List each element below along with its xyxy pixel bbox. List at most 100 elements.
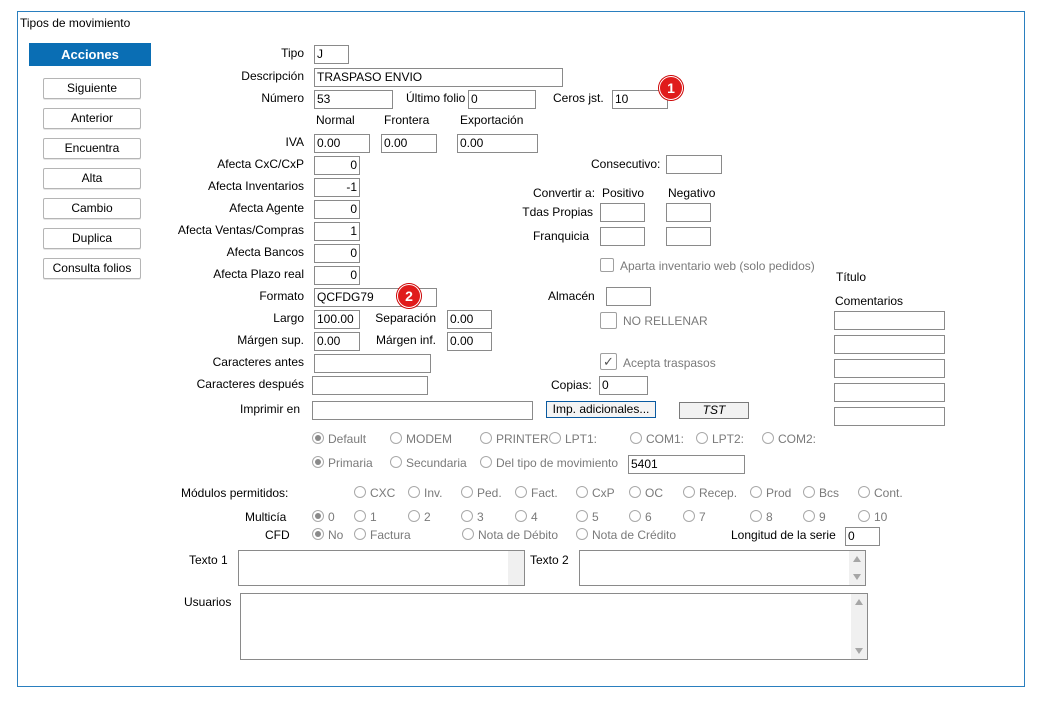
port-com1-radio[interactable] <box>630 432 642 444</box>
consult-folios-button[interactable]: Consulta folios <box>43 258 141 279</box>
change-button[interactable]: Cambio <box>43 198 141 219</box>
afecta-agente-field[interactable]: 0 <box>314 200 360 219</box>
multicia-8-label: 8 <box>766 510 773 524</box>
iva-frontera-field[interactable]: 0.00 <box>381 134 437 153</box>
port-printer-radio[interactable] <box>480 432 492 444</box>
texto1-scrollbar[interactable] <box>508 551 524 585</box>
usuarios-scrollbar[interactable] <box>851 594 867 659</box>
modulo-ped-radio[interactable] <box>461 486 473 498</box>
scroll-down-icon[interactable] <box>853 574 861 580</box>
afecta-bancos-field[interactable]: 0 <box>314 244 360 263</box>
margen-inf-field[interactable]: 0.00 <box>447 332 492 351</box>
find-button[interactable]: Encuentra <box>43 138 141 159</box>
modulo-prod-radio[interactable] <box>750 486 762 498</box>
descripcion-field[interactable]: TRASPASO ENVIO <box>314 68 563 87</box>
tray-secundaria-radio[interactable] <box>390 456 402 468</box>
modulo-cxp-radio[interactable] <box>576 486 588 498</box>
usuarios-textarea[interactable] <box>240 593 868 660</box>
afecta-plazo-field[interactable]: 0 <box>314 266 360 285</box>
ultimo-folio-field[interactable]: 0 <box>468 90 536 109</box>
previous-button[interactable]: Anterior <box>43 108 141 129</box>
multicia-8-radio[interactable] <box>750 510 762 522</box>
comentario-field-5[interactable] <box>834 407 945 426</box>
franquicia-label: Franquicia <box>532 229 589 243</box>
modulo-bcs-radio[interactable] <box>803 486 815 498</box>
port-com2-label: COM2: <box>778 432 817 446</box>
tipo-field[interactable]: J <box>314 45 349 64</box>
cfd-factura-radio[interactable] <box>354 528 366 540</box>
scroll-up-icon[interactable] <box>853 556 861 562</box>
no-rellenar-checkbox[interactable] <box>600 312 617 329</box>
actions-header: Acciones <box>29 43 151 66</box>
afecta-inventarios-field[interactable]: -1 <box>314 178 360 197</box>
modulo-oc-radio[interactable] <box>629 486 641 498</box>
afecta-ventas-field[interactable]: 1 <box>314 222 360 241</box>
multicia-6-radio[interactable] <box>629 510 641 522</box>
multicia-4-radio[interactable] <box>515 510 527 522</box>
comentario-field-2[interactable] <box>834 335 945 354</box>
copias-field[interactable]: 0 <box>599 376 648 395</box>
texto2-scrollbar[interactable] <box>849 551 865 585</box>
aparta-checkbox[interactable] <box>600 258 614 272</box>
separacion-field[interactable]: 0.00 <box>447 310 492 329</box>
port-lpt1-radio[interactable] <box>549 432 561 444</box>
tdas-negativo-field[interactable] <box>666 203 711 222</box>
modulo-fact-radio[interactable] <box>515 486 527 498</box>
afecta-cxc-field[interactable]: 0 <box>314 156 360 175</box>
multicia-0-radio[interactable] <box>312 510 324 522</box>
modulo-recep-radio[interactable] <box>683 486 695 498</box>
multicia-2-label: 2 <box>424 510 431 524</box>
multicia-10-radio[interactable] <box>858 510 870 522</box>
port-lpt2-radio[interactable] <box>696 432 708 444</box>
aparta-label: Aparta inventario web (solo pedidos) <box>620 259 815 273</box>
almacen-field[interactable] <box>606 287 651 306</box>
tst-button[interactable]: TST <box>679 402 749 419</box>
tdas-positivo-field[interactable] <box>600 203 645 222</box>
add-button[interactable]: Alta <box>43 168 141 189</box>
port-default-radio[interactable] <box>312 432 324 444</box>
tray-tipo-radio[interactable] <box>480 456 492 468</box>
iva-normal-field[interactable]: 0.00 <box>314 134 370 153</box>
next-button[interactable]: Siguiente <box>43 78 141 99</box>
consecutivo-field[interactable] <box>666 155 722 174</box>
modulo-cxc-radio[interactable] <box>354 486 366 498</box>
multicia-1-radio[interactable] <box>354 510 366 522</box>
iva-exportacion-field[interactable]: 0.00 <box>457 134 538 153</box>
caracteres-antes-field[interactable] <box>314 354 431 373</box>
largo-field[interactable]: 100.00 <box>314 310 360 329</box>
multicia-9-radio[interactable] <box>803 510 815 522</box>
cfd-factura-label: Factura <box>370 528 411 542</box>
modulo-inv-radio[interactable] <box>408 486 420 498</box>
acepta-traspasos-checkbox[interactable]: ✓ <box>600 353 617 370</box>
cfd-no-label: No <box>328 528 344 542</box>
modulo-cont-radio[interactable] <box>858 486 870 498</box>
cfd-no-radio[interactable] <box>312 528 324 540</box>
texto1-textarea[interactable] <box>238 550 525 586</box>
multicia-7-radio[interactable] <box>683 510 695 522</box>
comentario-field-4[interactable] <box>834 383 945 402</box>
numero-field[interactable]: 53 <box>314 90 393 109</box>
cfd-nota-debito-radio[interactable] <box>462 528 474 540</box>
duplicate-button[interactable]: Duplica <box>43 228 141 249</box>
texto2-textarea[interactable] <box>579 550 866 586</box>
longitud-serie-field[interactable]: 0 <box>845 527 880 546</box>
port-modem-radio[interactable] <box>390 432 402 444</box>
imprimir-en-field[interactable] <box>312 401 533 420</box>
tray-value-field[interactable]: 5401 <box>628 455 745 474</box>
caracteres-despues-field[interactable] <box>312 376 428 395</box>
imp-adicionales-button[interactable]: Imp. adicionales... <box>546 401 656 418</box>
multicia-6-label: 6 <box>645 510 652 524</box>
tray-primaria-radio[interactable] <box>312 456 324 468</box>
scroll-up-icon[interactable] <box>855 599 863 605</box>
franquicia-positivo-field[interactable] <box>600 227 645 246</box>
multicia-5-radio[interactable] <box>576 510 588 522</box>
comentario-field-1[interactable] <box>834 311 945 330</box>
comentario-field-3[interactable] <box>834 359 945 378</box>
port-com2-radio[interactable] <box>762 432 774 444</box>
franquicia-negativo-field[interactable] <box>666 227 711 246</box>
multicia-3-radio[interactable] <box>461 510 473 522</box>
cfd-nota-credito-radio[interactable] <box>576 528 588 540</box>
margen-sup-field[interactable]: 0.00 <box>314 332 360 351</box>
multicia-2-radio[interactable] <box>408 510 420 522</box>
scroll-down-icon[interactable] <box>855 648 863 654</box>
